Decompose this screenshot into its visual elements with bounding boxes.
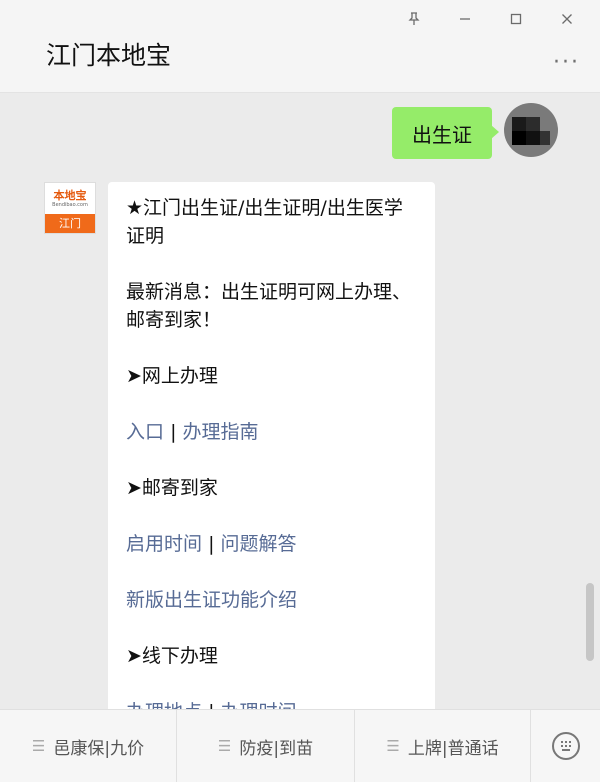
bottom-menu: ☰ 邑康保|九价 ☰ 防疫|到苗 ☰ 上牌|普通话 [0, 709, 600, 782]
menu-item-health[interactable]: ☰ 邑康保|九价 [0, 710, 177, 782]
link-separator: | [208, 701, 214, 709]
new-feature-link[interactable]: 新版出生证功能介绍 [126, 589, 297, 611]
hours-link[interactable]: 办理时间 [221, 701, 297, 709]
logo-city: 江门 [45, 214, 95, 233]
keyboard-icon [551, 732, 580, 760]
faq-link[interactable]: 问题解答 [221, 533, 297, 555]
menu-item-label: 上牌|普通话 [407, 738, 499, 759]
chat-title: 江门本地宝 [46, 41, 172, 70]
menu-lines-icon: ☰ [31, 737, 46, 755]
link-separator: | [170, 421, 177, 443]
menu-item-epidemic[interactable]: ☰ 防疫|到苗 [177, 710, 355, 782]
chat-scrollbar[interactable] [586, 583, 594, 661]
pin-icon[interactable] [388, 8, 439, 30]
more-options-icon[interactable]: ··· [553, 50, 580, 75]
offline-links: 办理地点 | 办理时间 [126, 698, 417, 709]
start-time-link[interactable]: 启用时间 [126, 533, 202, 555]
offline-heading: ➤线下办理 [126, 645, 218, 667]
user-message-text: 出生证 [412, 122, 472, 147]
mail-links: 启用时间 | 问题解答 [126, 530, 417, 558]
keyboard-toggle-button[interactable] [531, 710, 600, 782]
mail-heading: ➤邮寄到家 [126, 477, 218, 499]
close-icon[interactable] [541, 8, 592, 30]
user-avatar[interactable] [504, 103, 558, 157]
online-links: 入口 | 办理指南 [126, 418, 417, 446]
online-heading: ➤网上办理 [126, 365, 218, 387]
entry-link[interactable]: 入口 [126, 421, 164, 443]
reply-news: 最新消息：出生证明可网上办理、邮寄到家！ [126, 281, 412, 331]
bot-message-bubble: ★江门出生证/出生证明/出生医学证明 最新消息：出生证明可网上办理、邮寄到家！ … [108, 182, 435, 709]
logo-text: 本地宝 [53, 189, 87, 202]
guide-link[interactable]: 办理指南 [183, 421, 259, 443]
maximize-icon[interactable] [490, 8, 541, 30]
menu-item-label: 防疫|到苗 [239, 738, 314, 759]
location-link[interactable]: 办理地点 [126, 701, 202, 709]
menu-lines-icon: ☰ [217, 737, 232, 755]
chat-area[interactable]: 出生证 本地宝 Bendibao.com 江门 ★江门出生证/出生证明/出生医学… [0, 93, 600, 709]
menu-lines-icon: ☰ [386, 737, 400, 755]
bot-avatar-logo[interactable]: 本地宝 Bendibao.com 江门 [44, 182, 96, 234]
menu-item-plates[interactable]: ☰ 上牌|普通话 [355, 710, 531, 782]
user-message-bubble[interactable]: 出生证 [392, 107, 499, 159]
new-feature-link-row: 新版出生证功能介绍 [126, 586, 417, 614]
logo-subtext: Bendibao.com [52, 202, 88, 208]
minimize-icon[interactable] [439, 8, 490, 30]
window-controls [388, 8, 592, 30]
link-separator: | [208, 533, 215, 555]
menu-item-label: 邑康保|九价 [53, 738, 145, 759]
reply-title: ★江门出生证/出生证明/出生医学证明 [126, 197, 403, 247]
